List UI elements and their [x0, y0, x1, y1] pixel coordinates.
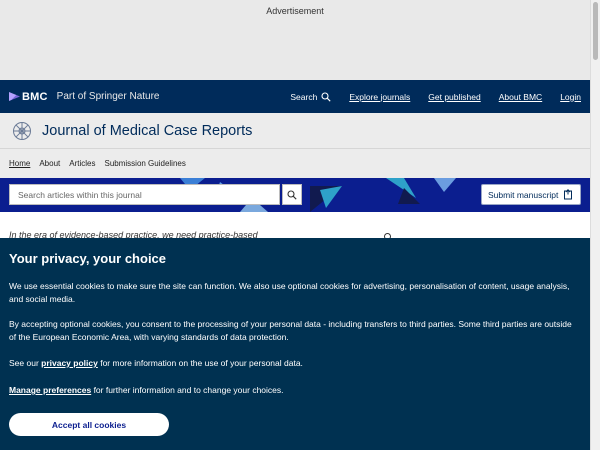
- search-link-label: Search: [290, 91, 318, 102]
- advertisement-area: Advertisement: [0, 0, 600, 80]
- search-icon: [287, 189, 297, 200]
- cookie-title: Your privacy, your choice: [9, 251, 167, 266]
- page-scrollbar[interactable]: [590, 0, 600, 450]
- cookie-paragraph-essential: We use essential cookies to make sure th…: [9, 281, 570, 304]
- privacy-prefix: See our: [9, 358, 42, 368]
- journal-title[interactable]: Journal of Medical Case Reports: [42, 123, 252, 139]
- cookie-paragraph-consent: By accepting optional cookies, you conse…: [9, 319, 572, 342]
- journal-search-button[interactable]: [282, 184, 302, 205]
- search-banner: Search articles within this journal Subm…: [0, 178, 590, 212]
- cookie-paragraph-privacy: See our privacy policy for more informat…: [9, 357, 581, 370]
- search-icon: [321, 91, 331, 102]
- privacy-suffix: for more information on the use of your …: [97, 358, 303, 368]
- cookie-consent-banner: Your privacy, your choice We use essenti…: [0, 238, 590, 450]
- subnav-submission-guidelines[interactable]: Submission Guidelines: [104, 159, 185, 168]
- about-bmc-link[interactable]: About BMC: [499, 92, 542, 102]
- privacy-policy-link[interactable]: privacy policy: [41, 358, 98, 368]
- journal-search-input[interactable]: Search articles within this journal: [9, 184, 280, 205]
- login-link[interactable]: Login: [560, 92, 581, 102]
- bmc-logo-mark: [9, 92, 20, 101]
- manage-preferences-link[interactable]: Manage preferences: [9, 385, 91, 395]
- journal-subnav: Home About Articles Submission Guideline…: [0, 148, 590, 178]
- journal-header: Journal of Medical Case Reports: [0, 113, 590, 148]
- subnav-about[interactable]: About: [39, 159, 60, 168]
- subnav-home[interactable]: Home: [9, 159, 30, 168]
- brand[interactable]: BMC Part of Springer Nature: [9, 91, 159, 103]
- search-link[interactable]: Search: [290, 92, 331, 102]
- cookie-paragraph-preferences: Manage preferences for further informati…: [9, 384, 581, 397]
- submit-document-icon: [564, 189, 572, 200]
- bmc-logo[interactable]: BMC: [9, 91, 48, 103]
- top-navigation: BMC Part of Springer Nature Search Explo…: [0, 80, 590, 113]
- bmc-logo-text: BMC: [22, 90, 48, 103]
- top-nav-links: Search Explore journals Get published Ab…: [272, 92, 581, 102]
- subnav-articles[interactable]: Articles: [69, 159, 95, 168]
- accept-all-cookies-button[interactable]: Accept all cookies: [9, 413, 169, 436]
- get-published-link[interactable]: Get published: [428, 92, 480, 102]
- submit-manuscript-label: Submit manuscript: [488, 189, 559, 200]
- brand-subtitle: Part of Springer Nature: [56, 91, 160, 102]
- explore-journals-link[interactable]: Explore journals: [349, 92, 410, 102]
- journal-logo-icon[interactable]: [12, 121, 32, 141]
- scrollbar-thumb[interactable]: [593, 2, 598, 60]
- advertisement-label: Advertisement: [266, 6, 324, 16]
- preferences-suffix: for further information and to change yo…: [91, 385, 284, 395]
- submit-manuscript-button[interactable]: Submit manuscript: [481, 184, 581, 205]
